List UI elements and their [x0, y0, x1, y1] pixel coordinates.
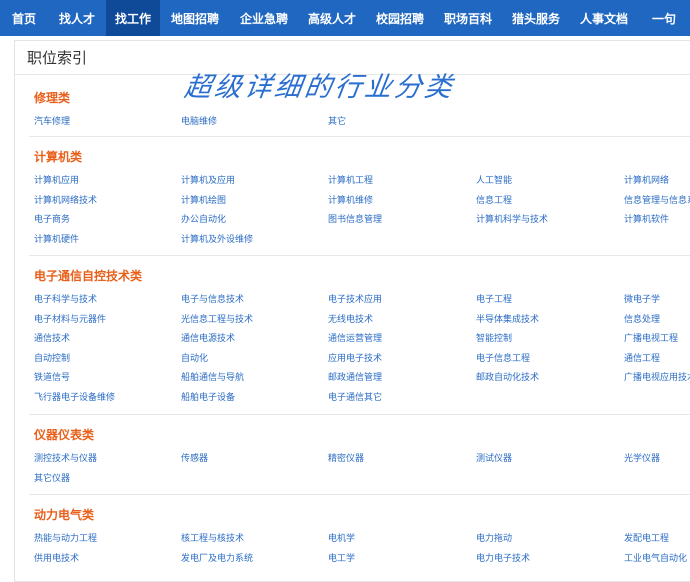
- job-category-link[interactable]: 电子材料与元器件: [34, 315, 106, 326]
- job-category-link[interactable]: 通信技术: [34, 334, 70, 345]
- job-category-link[interactable]: 电子工程: [476, 295, 512, 306]
- job-category-link[interactable]: 邮政自动化技术: [476, 373, 539, 384]
- section-title: 电子通信自控技术类: [34, 269, 143, 283]
- job-category-link[interactable]: 传感器: [181, 454, 208, 465]
- nav-item-5[interactable]: 高级人才: [298, 0, 366, 36]
- job-category-link[interactable]: 信息处理: [624, 315, 660, 326]
- top-navigation-bar: 首页 找人才 找工作 地图招聘 企业急聘 高级人才 校园招聘 职场百科 猎头服务 人事文档 一句: [0, 0, 690, 36]
- nav-item-6[interactable]: 校园招聘: [366, 0, 434, 36]
- job-category-link[interactable]: 计算机网络: [624, 176, 669, 187]
- nav-item-3[interactable]: 地图招聘: [160, 0, 230, 36]
- job-category-link[interactable]: 测控技术与仪器: [34, 454, 97, 465]
- job-category-link[interactable]: 铁道信号: [34, 373, 70, 384]
- job-category-link[interactable]: 计算机工程: [328, 176, 373, 187]
- nav-item-10[interactable]: 一句: [638, 0, 690, 36]
- job-category-link[interactable]: 人工智能: [476, 176, 512, 187]
- panel-title: 职位索引: [27, 49, 88, 67]
- job-category-link[interactable]: 光信息工程与技术: [181, 315, 253, 326]
- job-category-link[interactable]: 自动控制: [34, 354, 70, 365]
- job-category-link[interactable]: 办公自动化: [181, 215, 226, 226]
- job-index-panel: 职位索引 修理类汽车修理 电脑维修 其它计算机类计算机应用 计算机及应用 计算机工程 人工…: [14, 40, 690, 582]
- job-category-link[interactable]: 其它仪器: [34, 474, 70, 485]
- section-title: 动力电气类: [34, 508, 95, 522]
- job-category-link[interactable]: 通信运营管理: [328, 334, 382, 345]
- job-category-link[interactable]: 通信工程: [624, 354, 660, 365]
- job-category-link[interactable]: 光学仪器: [624, 454, 660, 465]
- job-category-link[interactable]: 计算机维修: [328, 196, 373, 207]
- job-category-link[interactable]: 电力拖动: [476, 534, 512, 545]
- job-category-link[interactable]: 电子科学与技术: [34, 295, 97, 306]
- job-category-link[interactable]: 热能与动力工程: [34, 534, 97, 545]
- job-category-link[interactable]: 电脑维修: [181, 117, 217, 128]
- job-category-link[interactable]: 船舶电子设备: [181, 393, 235, 404]
- nav-item-7[interactable]: 职场百科: [434, 0, 502, 36]
- section-title: 修理类: [34, 91, 71, 105]
- job-category-link[interactable]: 工业电气自动化: [624, 554, 687, 565]
- job-category-link[interactable]: 船舶通信与导航: [181, 373, 244, 384]
- job-category-link[interactable]: 计算机科学与技术: [476, 215, 548, 226]
- section-divider: [29, 136, 690, 137]
- job-category-link[interactable]: 发配电工程: [624, 534, 669, 545]
- job-category-link[interactable]: 计算机网络技术: [34, 196, 97, 207]
- nav-item-9[interactable]: 人事文档: [570, 0, 638, 36]
- job-category-link[interactable]: 汽车修理: [34, 117, 70, 128]
- section-divider: [29, 414, 690, 415]
- job-category-link[interactable]: 测试仪器: [476, 454, 512, 465]
- job-category-link[interactable]: 计算机绘图: [181, 196, 226, 207]
- nav-item-4[interactable]: 企业急聘: [230, 0, 298, 36]
- job-category-link[interactable]: 无线电技术: [328, 315, 373, 326]
- job-category-link[interactable]: 通信电源技术: [181, 334, 235, 345]
- section-title: 计算机类: [34, 150, 83, 164]
- job-category-link[interactable]: 供用电技术: [34, 554, 79, 565]
- job-category-link[interactable]: 邮政通信管理: [328, 373, 382, 384]
- promo-banner-text: 超级详细的行业分类: [182, 72, 457, 103]
- job-category-link[interactable]: 电子技术应用: [328, 295, 382, 306]
- job-category-link[interactable]: 计算机及外设维修: [181, 235, 253, 246]
- nav-item-1[interactable]: 找人才: [48, 0, 106, 36]
- nav-item-8[interactable]: 猎头服务: [502, 0, 570, 36]
- job-category-link[interactable]: 精密仪器: [328, 454, 364, 465]
- job-category-link[interactable]: 电力电子技术: [476, 554, 530, 565]
- section-divider: [29, 255, 690, 256]
- job-category-link[interactable]: 电机学: [328, 534, 355, 545]
- job-category-link[interactable]: 信息工程: [476, 196, 512, 207]
- job-category-link[interactable]: 半导体集成技术: [476, 315, 539, 326]
- job-category-link[interactable]: 广播电视应用技术: [624, 373, 690, 384]
- job-category-link[interactable]: 发电厂及电力系统: [181, 554, 253, 565]
- job-category-link[interactable]: 电子信息工程: [476, 354, 530, 365]
- job-category-link[interactable]: 电子与信息技术: [181, 295, 244, 306]
- job-category-link[interactable]: 核工程与核技术: [181, 534, 244, 545]
- job-category-link[interactable]: 计算机应用: [34, 176, 79, 187]
- job-category-link[interactable]: 广播电视工程: [624, 334, 678, 345]
- nav-item-0[interactable]: 首页: [0, 0, 48, 36]
- job-category-link[interactable]: 计算机及应用: [181, 176, 235, 187]
- job-category-link[interactable]: 应用电子技术: [328, 354, 382, 365]
- section-title: 仪器仪表类: [34, 428, 95, 442]
- job-category-link[interactable]: 计算机软件: [624, 215, 669, 226]
- job-category-link[interactable]: 计算机硬件: [34, 235, 79, 246]
- job-category-link[interactable]: 信息管理与信息系统: [624, 196, 690, 207]
- job-category-link[interactable]: 微电子学: [624, 295, 660, 306]
- job-category-link[interactable]: 其它: [328, 117, 346, 128]
- job-category-link[interactable]: 电工学: [328, 554, 355, 565]
- job-category-link[interactable]: 电子商务: [34, 215, 70, 226]
- job-category-link[interactable]: 智能控制: [476, 334, 512, 345]
- job-category-link[interactable]: 自动化: [181, 354, 208, 365]
- section-divider: [29, 494, 690, 495]
- nav-item-2[interactable]: 找工作: [106, 0, 160, 36]
- job-category-link[interactable]: 电子通信其它: [328, 393, 382, 404]
- job-category-link[interactable]: 飞行器电子设备维修: [34, 393, 115, 404]
- job-category-link[interactable]: 图书信息管理: [328, 215, 382, 226]
